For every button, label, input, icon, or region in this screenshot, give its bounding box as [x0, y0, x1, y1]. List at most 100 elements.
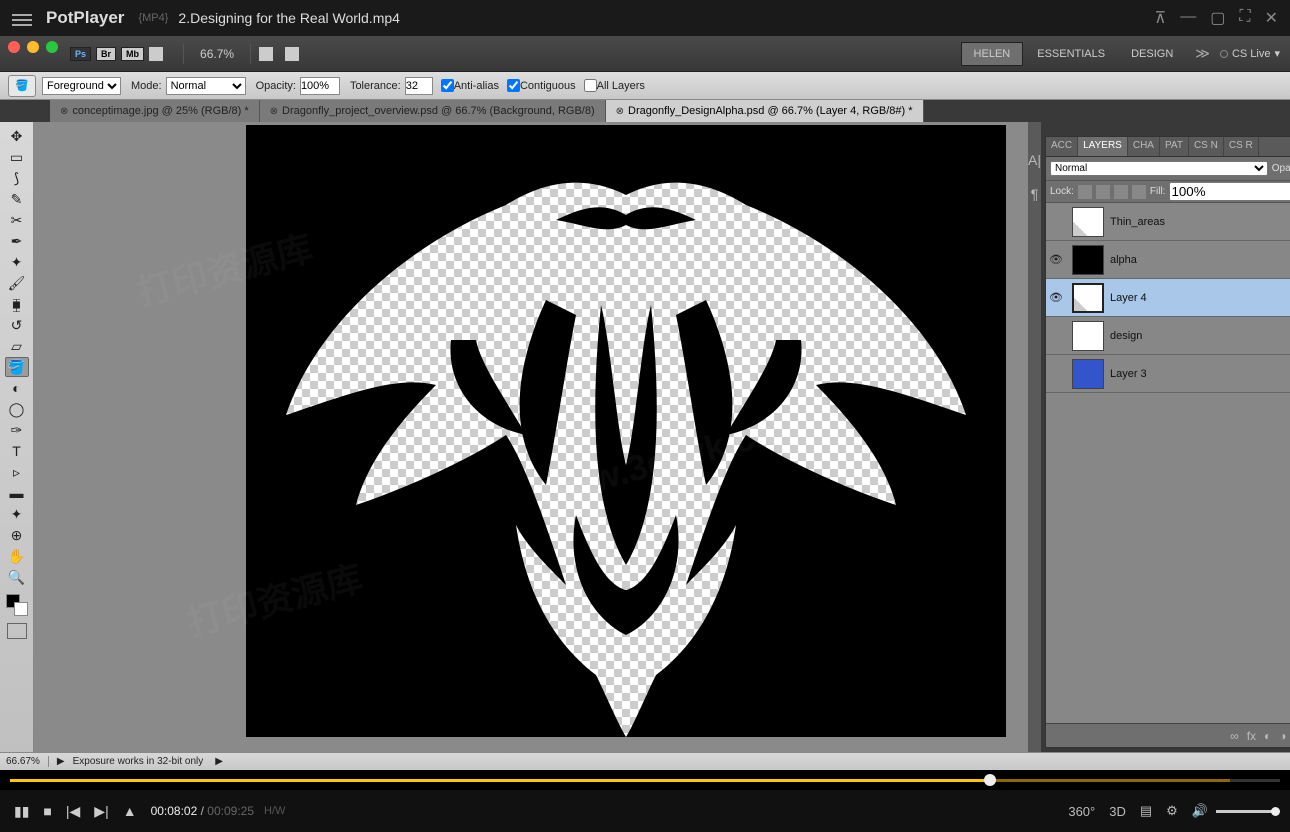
- history-brush-tool-icon[interactable]: ↺: [5, 315, 29, 335]
- antialias-checkbox[interactable]: [441, 79, 454, 92]
- link-layers-icon[interactable]: ∞: [1230, 729, 1239, 743]
- stamp-tool-icon[interactable]: ⧯: [5, 294, 29, 314]
- screen-mode-icon[interactable]: [259, 47, 273, 61]
- layer-row[interactable]: 👁alpha: [1046, 241, 1290, 279]
- hand-tool-icon[interactable]: ✋: [5, 546, 29, 566]
- layer-blend-select[interactable]: Normal: [1050, 161, 1268, 176]
- brush-tool-icon[interactable]: 🖌: [5, 273, 29, 293]
- layer-fill-input[interactable]: [1169, 182, 1290, 201]
- volume-slider[interactable]: [1216, 810, 1276, 813]
- layer-row[interactable]: design: [1046, 317, 1290, 355]
- type-panel-icon[interactable]: A|: [1028, 152, 1041, 168]
- mask-icon[interactable]: ◐: [1264, 729, 1271, 743]
- minimize-icon[interactable]: —: [1180, 8, 1196, 28]
- close-tab-icon[interactable]: ⊗: [270, 106, 278, 117]
- pen-tool-icon[interactable]: ✑: [5, 420, 29, 440]
- doc-tab-2[interactable]: ⊗Dragonfly_DesignAlpha.psd @ 66.7% (Laye…: [606, 100, 924, 122]
- zoom-level[interactable]: 66.7%: [200, 47, 234, 61]
- close-tab-icon[interactable]: ⊗: [616, 106, 624, 117]
- 3d-button[interactable]: 3D: [1109, 804, 1126, 819]
- status-arrow-icon[interactable]: ▶: [57, 756, 65, 767]
- workspace-design[interactable]: DESIGN: [1119, 43, 1185, 65]
- fill-source-select[interactable]: Foreground: [42, 77, 121, 95]
- lock-position-icon[interactable]: [1114, 185, 1128, 199]
- tolerance-input[interactable]: [405, 77, 433, 95]
- lock-transparency-icon[interactable]: [1078, 185, 1092, 199]
- spot-heal-tool-icon[interactable]: ✦: [5, 252, 29, 272]
- doc-tab-0[interactable]: ⊗conceptimage.jpg @ 25% (RGB/8) *: [50, 100, 260, 122]
- blend-mode-select[interactable]: Normal: [166, 77, 246, 95]
- minibridge-icon[interactable]: Mb: [121, 47, 144, 61]
- eject-button[interactable]: ▲: [123, 803, 137, 819]
- quick-select-tool-icon[interactable]: ✎: [5, 189, 29, 209]
- lock-all-icon[interactable]: [1132, 185, 1146, 199]
- lasso-tool-icon[interactable]: ⟆: [5, 168, 29, 188]
- eyedropper-tool-icon[interactable]: ✒: [5, 231, 29, 251]
- adjustment-icon[interactable]: ◑: [1279, 729, 1286, 743]
- volume-icon[interactable]: 🔊: [1192, 803, 1208, 819]
- panel-tab-actions[interactable]: ACC: [1046, 137, 1078, 156]
- prev-button[interactable]: |◀: [66, 803, 80, 820]
- crop-tool-icon[interactable]: ✂: [5, 210, 29, 230]
- move-tool-icon[interactable]: ✥: [5, 126, 29, 146]
- progress-bar[interactable]: [0, 770, 1290, 790]
- workspace-more-icon[interactable]: ≫: [1195, 45, 1210, 62]
- panel-tab-csnews[interactable]: CS N: [1189, 137, 1224, 156]
- workspace-essentials[interactable]: ESSENTIALS: [1025, 43, 1117, 65]
- quick-mask-icon[interactable]: [7, 623, 27, 639]
- lock-pixels-icon[interactable]: [1096, 185, 1110, 199]
- workspace-helen[interactable]: HELEN: [961, 42, 1024, 66]
- 3d-tool-icon[interactable]: ✦: [5, 504, 29, 524]
- fullscreen-icon[interactable]: ⛶: [1239, 8, 1250, 28]
- fx-icon[interactable]: fx: [1247, 729, 1256, 743]
- extras-icon[interactable]: [285, 47, 299, 61]
- shape-tool-icon[interactable]: ▬: [5, 483, 29, 503]
- ps-app-icon[interactable]: Ps: [70, 47, 91, 61]
- panel-tab-paths[interactable]: PAT: [1160, 137, 1189, 156]
- hamburger-menu-icon[interactable]: [12, 11, 32, 25]
- panel-tab-channels[interactable]: CHA: [1128, 137, 1160, 156]
- visibility-icon[interactable]: 👁: [1046, 253, 1066, 266]
- cs-live-button[interactable]: CS Live ▾: [1220, 47, 1280, 60]
- opacity-input[interactable]: [300, 77, 340, 95]
- ps-canvas[interactable]: ⬚↘: [246, 125, 1006, 737]
- settings-icon[interactable]: ⚙: [1166, 803, 1178, 819]
- paint-bucket-tool-icon[interactable]: 🪣: [5, 357, 29, 377]
- 360-button[interactable]: 360°: [1068, 804, 1095, 819]
- layer-row[interactable]: Thin_areas: [1046, 203, 1290, 241]
- mac-window-controls[interactable]: [8, 41, 58, 53]
- stop-button[interactable]: ■: [43, 803, 51, 819]
- zoom-tool-icon[interactable]: 🔍: [5, 567, 29, 587]
- playlist-icon[interactable]: ▤: [1140, 803, 1152, 819]
- progress-thumb[interactable]: [984, 774, 996, 786]
- bridge-icon[interactable]: Br: [96, 47, 116, 61]
- panel-tab-csreview[interactable]: CS R: [1224, 137, 1259, 156]
- panel-tab-layers[interactable]: LAYERS: [1078, 137, 1128, 156]
- path-select-tool-icon[interactable]: ▹: [5, 462, 29, 482]
- dodge-tool-icon[interactable]: ◯: [5, 399, 29, 419]
- marquee-tool-icon[interactable]: ▭: [5, 147, 29, 167]
- contiguous-checkbox[interactable]: [507, 79, 520, 92]
- layer-row[interactable]: 👁Layer 4: [1046, 279, 1290, 317]
- color-swatches[interactable]: [6, 594, 28, 616]
- paint-bucket-tool-icon[interactable]: 🪣: [8, 75, 36, 97]
- play-pause-button[interactable]: ▮▮: [14, 803, 29, 820]
- visibility-icon[interactable]: 👁: [1046, 291, 1066, 304]
- next-button[interactable]: ▶|: [94, 803, 108, 820]
- eraser-tool-icon[interactable]: ▱: [5, 336, 29, 356]
- close-icon[interactable]: ✕: [1265, 8, 1278, 28]
- arrange-docs-icon[interactable]: [149, 47, 163, 61]
- layer-row[interactable]: Layer 3: [1046, 355, 1290, 393]
- ps-canvas-area[interactable]: ⬚↘ 打印资源库 www.3dzyk.cn 打印资源库: [34, 122, 1028, 752]
- type-tool-icon[interactable]: T: [5, 441, 29, 461]
- status-zoom[interactable]: 66.67%: [6, 756, 49, 767]
- pin-icon[interactable]: ⊼: [1155, 8, 1167, 28]
- status-arrow-icon[interactable]: ▶: [215, 756, 223, 767]
- maximize-icon[interactable]: ▢: [1210, 8, 1225, 28]
- 3d-camera-tool-icon[interactable]: ⊕: [5, 525, 29, 545]
- blur-tool-icon[interactable]: ◐: [5, 378, 29, 398]
- all-layers-checkbox[interactable]: [584, 79, 597, 92]
- doc-tab-1[interactable]: ⊗Dragonfly_project_overview.psd @ 66.7% …: [260, 100, 606, 122]
- close-tab-icon[interactable]: ⊗: [60, 106, 68, 117]
- paragraph-panel-icon[interactable]: ¶: [1031, 186, 1039, 202]
